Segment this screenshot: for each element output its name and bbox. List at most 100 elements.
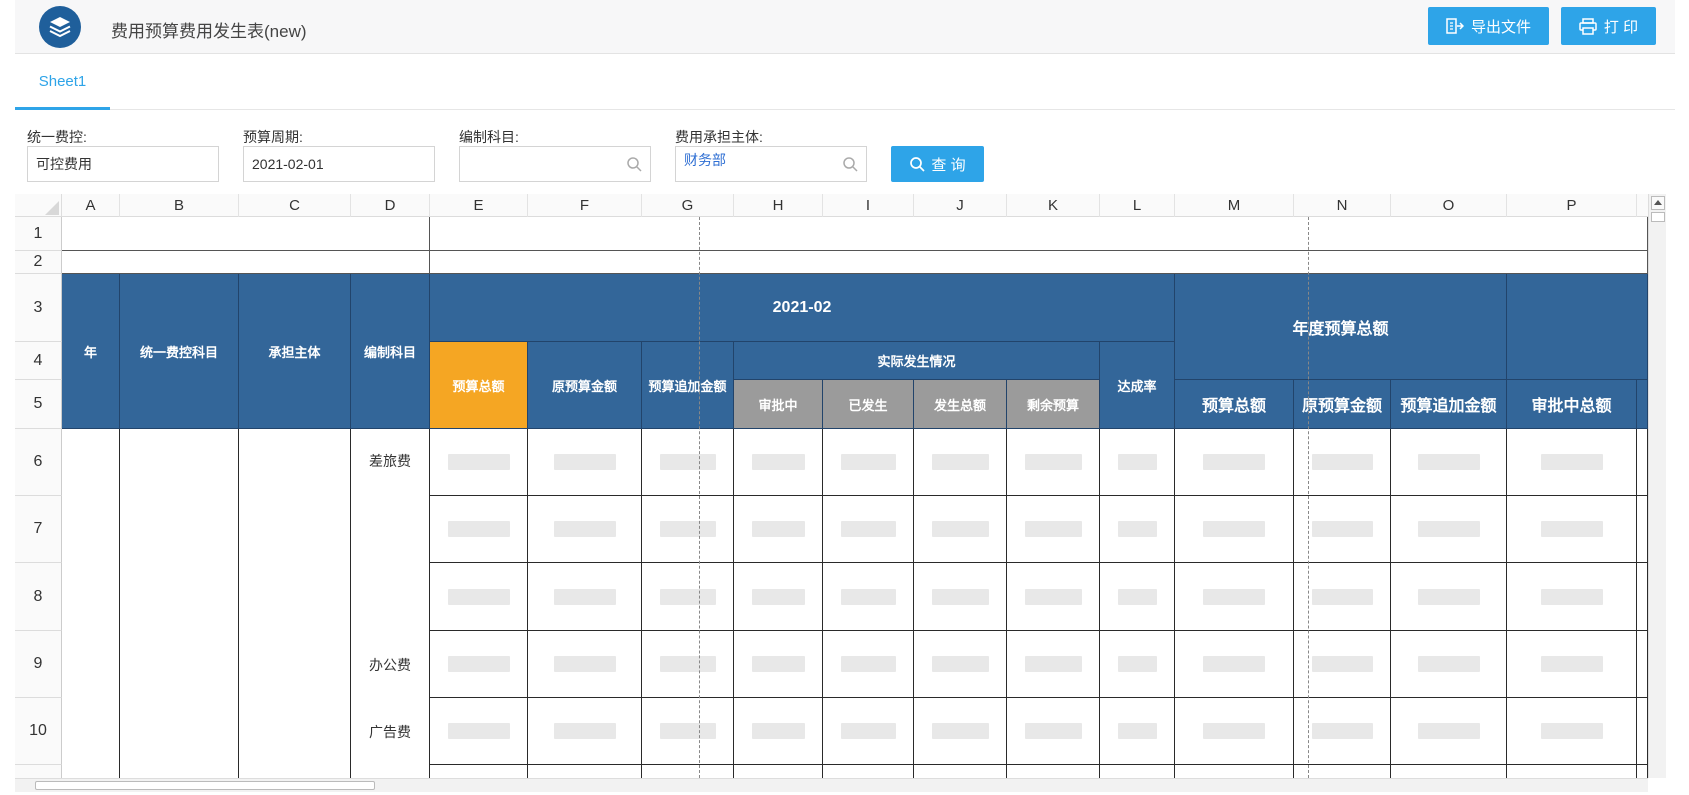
scroll-thumb[interactable] [1651, 212, 1665, 222]
data-cell[interactable] [734, 765, 823, 778]
subject-cell[interactable]: 差旅费 [351, 429, 430, 631]
row-header[interactable]: 5 [15, 380, 62, 429]
column-header[interactable]: F [528, 194, 642, 217]
data-cell[interactable] [1637, 563, 1648, 631]
column-header[interactable]: I [823, 194, 914, 217]
data-cell[interactable] [1507, 698, 1637, 765]
data-cell[interactable] [528, 496, 642, 563]
data-cell[interactable] [430, 698, 528, 765]
row-header[interactable] [15, 765, 62, 778]
data-cell[interactable] [1100, 765, 1175, 778]
data-cell[interactable] [823, 429, 914, 496]
column-header[interactable]: D [351, 194, 430, 217]
header-add-budget[interactable]: 预算追加金额 [642, 342, 734, 429]
column-header[interactable]: G [642, 194, 734, 217]
data-cell[interactable] [1100, 563, 1175, 631]
data-cell[interactable] [1637, 765, 1648, 778]
data-cell[interactable] [1007, 429, 1100, 496]
data-cell[interactable] [1637, 698, 1648, 765]
data-cell[interactable] [1007, 765, 1100, 778]
search-icon[interactable] [842, 156, 858, 172]
header-occurred[interactable]: 已发生 [823, 380, 914, 429]
data-cell[interactable] [1007, 496, 1100, 563]
column-header[interactable]: P [1507, 194, 1637, 217]
data-cell[interactable] [914, 698, 1007, 765]
entity-input[interactable]: 财务部 [675, 146, 867, 182]
header-annual-budget-total[interactable]: 预算总额 [1175, 380, 1294, 429]
data-cell[interactable] [1507, 631, 1637, 698]
cell[interactable] [430, 217, 1648, 251]
data-cell[interactable] [914, 496, 1007, 563]
data-cell[interactable] [642, 496, 734, 563]
row-header[interactable]: 9 [15, 631, 62, 698]
data-cell[interactable] [430, 631, 528, 698]
data-cell[interactable] [1007, 698, 1100, 765]
data-cell[interactable] [1391, 765, 1507, 778]
data-cell[interactable] [1007, 563, 1100, 631]
data-cell[interactable] [823, 698, 914, 765]
cell[interactable] [62, 217, 430, 251]
data-cell[interactable] [1100, 429, 1175, 496]
data-cell[interactable] [1175, 765, 1294, 778]
column-header[interactable]: L [1100, 194, 1175, 217]
column-header[interactable]: N [1294, 194, 1391, 217]
data-cell[interactable] [1175, 496, 1294, 563]
header-annual-approving-total[interactable]: 审批中总额 [1507, 380, 1637, 429]
row-header[interactable]: 7 [15, 496, 62, 563]
data-cell[interactable] [823, 496, 914, 563]
data-cell[interactable] [642, 563, 734, 631]
subject-input[interactable] [459, 146, 651, 182]
data-cell[interactable] [642, 765, 734, 778]
cell[interactable] [120, 429, 239, 778]
data-cell[interactable] [642, 631, 734, 698]
cell[interactable] [62, 429, 120, 778]
column-header[interactable]: E [430, 194, 528, 217]
header-period[interactable]: 2021-02 [430, 274, 1175, 342]
data-cell[interactable] [1100, 631, 1175, 698]
data-cell[interactable] [528, 563, 642, 631]
data-cell[interactable] [1175, 698, 1294, 765]
cell[interactable] [62, 251, 430, 274]
data-cell[interactable] [1391, 496, 1507, 563]
data-cell[interactable] [823, 631, 914, 698]
column-header[interactable]: K [1007, 194, 1100, 217]
header-blank[interactable] [1637, 380, 1648, 429]
horizontal-scrollbar[interactable] [15, 778, 1648, 792]
header-entity[interactable]: 承担主体 [239, 274, 351, 429]
column-header[interactable]: H [734, 194, 823, 217]
row-header[interactable]: 2 [15, 251, 62, 274]
period-input[interactable]: 2021-02-01 [243, 146, 435, 182]
header-annual-total[interactable]: 年度预算总额 [1175, 274, 1507, 380]
header-occur-total[interactable]: 发生总额 [914, 380, 1007, 429]
row-header[interactable]: 8 [15, 563, 62, 631]
print-button[interactable]: 打 印 [1561, 7, 1656, 45]
row-header[interactable]: 10 [15, 698, 62, 765]
data-cell[interactable] [430, 429, 528, 496]
data-cell[interactable] [1100, 698, 1175, 765]
data-cell[interactable] [1391, 429, 1507, 496]
data-cell[interactable] [1391, 698, 1507, 765]
export-file-button[interactable]: 导出文件 [1428, 7, 1549, 45]
header-control-subject[interactable]: 统一费控科目 [120, 274, 239, 429]
data-cell[interactable] [734, 631, 823, 698]
data-cell[interactable] [1175, 429, 1294, 496]
scroll-up-icon[interactable] [1651, 196, 1665, 210]
header-approving[interactable]: 审批中 [734, 380, 823, 429]
header-annual-add[interactable]: 预算追加金额 [1391, 380, 1507, 429]
subject-cell[interactable]: 广告费 [351, 698, 430, 778]
column-header[interactable]: M [1175, 194, 1294, 217]
data-cell[interactable] [1507, 496, 1637, 563]
data-cell[interactable] [823, 765, 914, 778]
data-cell[interactable] [734, 563, 823, 631]
header-rate[interactable]: 达成率 [1100, 342, 1175, 429]
control-select[interactable]: 可控费用 [27, 146, 219, 182]
data-cell[interactable] [430, 496, 528, 563]
row-header[interactable]: 4 [15, 342, 62, 380]
spreadsheet[interactable]: A B C D E F G H I J K L M N O P 1 2 3 4 … [15, 194, 1648, 778]
data-cell[interactable] [914, 563, 1007, 631]
data-cell[interactable] [734, 496, 823, 563]
data-cell[interactable] [528, 765, 642, 778]
data-cell[interactable] [1637, 496, 1648, 563]
column-header[interactable]: O [1391, 194, 1507, 217]
data-cell[interactable] [430, 765, 528, 778]
